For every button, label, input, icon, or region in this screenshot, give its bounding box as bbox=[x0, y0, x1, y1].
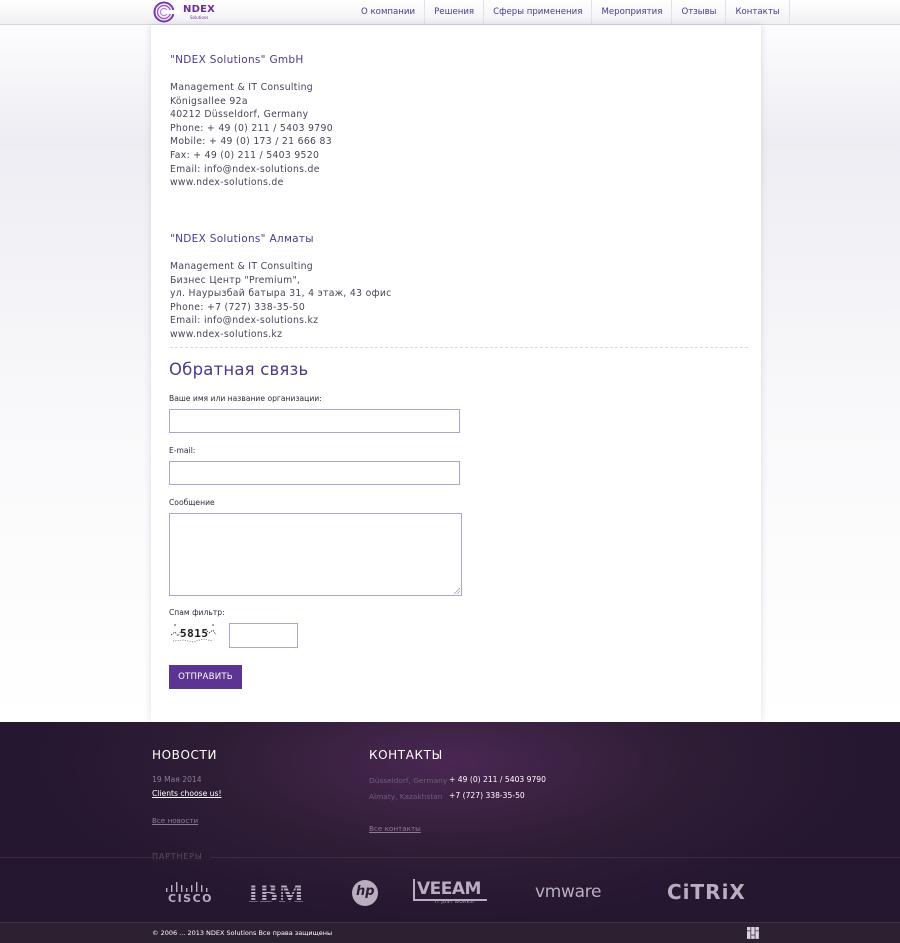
nav-item-contacts[interactable]: Контакты bbox=[726, 0, 790, 24]
contact-phone: + 49 (0) 211 / 5403 9790 bbox=[449, 775, 546, 784]
message-label: Сообщение bbox=[169, 498, 215, 507]
nav-item-about[interactable]: О компании bbox=[352, 0, 426, 24]
main-nav: О компании Решения Сферы применения Меро… bbox=[352, 0, 790, 24]
address-line: Fax: + 49 (0) 211 / 5403 9520 bbox=[170, 149, 320, 161]
address-line: Бизнес Центр "Premium", bbox=[170, 274, 301, 286]
nav-item-industries[interactable]: Сферы применения bbox=[484, 0, 593, 24]
all-contacts-link[interactable]: Все контакты bbox=[369, 824, 421, 833]
address-line: 40212 Düsseldorf, Germany bbox=[170, 109, 309, 121]
top-header: NDEX Solutions О компании Решения Сферы … bbox=[0, 0, 900, 25]
contact-phone: +7 (727) 338-35-50 bbox=[449, 791, 525, 800]
office-address-germany: Management & IT Consulting Königsallee 9… bbox=[170, 81, 333, 190]
contact-city: Almaty, Kazakhstan bbox=[369, 792, 443, 801]
news-item-link[interactable]: Clients choose us! bbox=[152, 789, 222, 798]
feedback-heading: Обратная связь bbox=[169, 360, 309, 379]
section-divider bbox=[170, 347, 748, 348]
spam-filter-label: Спам фильтр: bbox=[169, 608, 225, 617]
submit-button[interactable]: ОТПРАВИТЬ bbox=[169, 665, 242, 689]
address-line: Management & IT Consulting bbox=[170, 261, 313, 272]
news-date: 19 Мая 2014 bbox=[152, 775, 202, 784]
partner-veeam-logo[interactable]: VEEAM IT JUST WORKS! bbox=[413, 879, 487, 907]
nav-item-solutions[interactable]: Решения bbox=[425, 0, 485, 24]
address-line: www.ndex-solutions.de bbox=[170, 177, 284, 189]
partner-citrix-logo[interactable]: CiTRiX bbox=[667, 880, 746, 904]
copyright-text: © 2006 ... 2013 NDEX Solutions Все права… bbox=[152, 929, 333, 937]
partner-name: hp bbox=[356, 884, 375, 899]
logo-text: NDEX bbox=[183, 4, 216, 15]
nav-item-events[interactable]: Мероприятия bbox=[592, 0, 673, 24]
news-heading: НОВОСТИ bbox=[152, 748, 218, 762]
email-label: E-mail: bbox=[169, 446, 196, 455]
partner-name: IBM bbox=[248, 879, 318, 907]
logo-subtext: Solutions bbox=[190, 15, 209, 20]
partner-name: CiTRiX bbox=[667, 880, 746, 904]
main-content: "NDEX Solutions" GmbH Management & IT Co… bbox=[151, 25, 761, 722]
office-title-almaty: "NDEX Solutions" Алматы bbox=[170, 233, 314, 245]
bottom-bar: © 2006 ... 2013 NDEX Solutions Все права… bbox=[0, 922, 900, 943]
partner-name: vmware bbox=[535, 882, 602, 902]
veeam-tagline: IT JUST WORKS! bbox=[435, 900, 476, 905]
address-line: www.ndex-solutions.kz bbox=[170, 328, 283, 340]
partner-vmware-logo[interactable]: vmware bbox=[535, 882, 621, 902]
resize-grip-icon[interactable] bbox=[454, 588, 460, 594]
address-line: Königsallee 92a bbox=[170, 95, 248, 107]
partner-hp-logo[interactable]: hp bbox=[351, 879, 379, 907]
address-line: Phone: + 49 (0) 211 / 5403 9790 bbox=[170, 122, 333, 134]
partners-divider bbox=[0, 857, 900, 858]
email-input[interactable] bbox=[169, 461, 460, 485]
address-line: Email: info@ndex-solutions.kz bbox=[170, 315, 319, 327]
address-line: ул. Наурызбай батыра 31, 4 этаж, 43 офис bbox=[170, 288, 392, 300]
nav-item-reviews[interactable]: Отзывы bbox=[672, 0, 727, 24]
address-line: Phone: +7 (727) 338-35-50 bbox=[170, 301, 306, 313]
site-footer: НОВОСТИ 19 Мая 2014 Clients choose us! В… bbox=[0, 722, 900, 922]
address-line: Email: info@ndex-solutions.de bbox=[170, 163, 320, 175]
address-line: Mobile: + 49 (0) 173 / 21 666 83 bbox=[170, 136, 332, 148]
office-title-germany: "NDEX Solutions" GmbH bbox=[170, 54, 304, 66]
contact-city: Düsseldorf, Germany bbox=[369, 776, 448, 785]
partner-name: CISCO bbox=[168, 892, 214, 905]
message-textarea[interactable] bbox=[169, 513, 462, 596]
partner-ibm-logo[interactable]: IBM bbox=[248, 879, 318, 907]
name-input[interactable] bbox=[169, 409, 460, 433]
address-line: Management & IT Consulting bbox=[170, 82, 313, 93]
office-address-almaty: Management & IT Consulting Бизнес Центр … bbox=[170, 260, 392, 342]
partner-name: VEEAM bbox=[413, 879, 487, 901]
grid-logo-icon[interactable] bbox=[747, 927, 759, 939]
name-label: Ваше имя или название организации: bbox=[169, 394, 322, 403]
partner-cisco-logo[interactable]: CISCO bbox=[164, 879, 212, 907]
all-news-link[interactable]: Все новости bbox=[152, 816, 198, 825]
partners-label: ПАРТНЕРЫ bbox=[152, 852, 211, 861]
contacts-heading: КОНТАКТЫ bbox=[369, 748, 443, 762]
captcha-input[interactable] bbox=[229, 623, 298, 648]
captcha-code: 5815 bbox=[180, 627, 209, 640]
